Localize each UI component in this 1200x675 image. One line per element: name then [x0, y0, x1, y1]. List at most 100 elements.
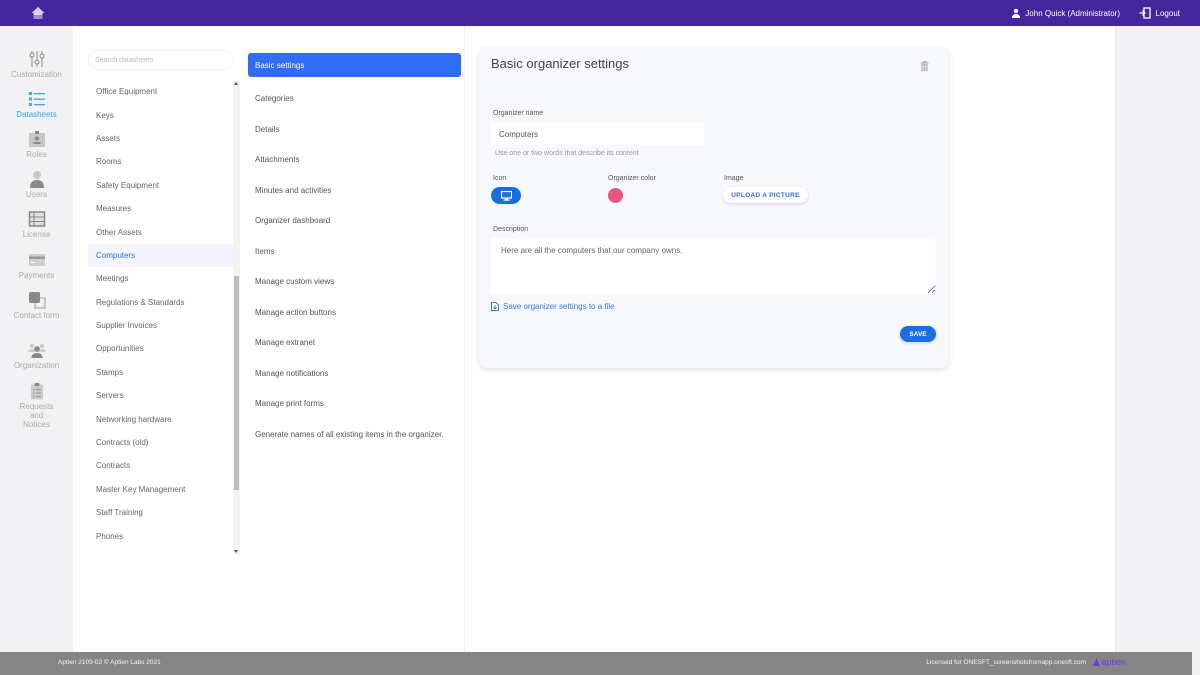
user-icon	[1012, 8, 1021, 18]
scrollbar-thumb[interactable]	[234, 276, 239, 490]
datasheet-item[interactable]: Stamps	[88, 361, 233, 384]
nav-label: Payments	[18, 271, 55, 280]
datasheet-item[interactable]: Printers	[88, 548, 233, 555]
logout-button[interactable]: Logout	[1139, 0, 1180, 26]
current-user[interactable]: John Quick (Administrator)	[1011, 0, 1120, 26]
search-placeholder: Search datasheets	[95, 56, 154, 64]
nav-contact-form[interactable]: Contact form	[0, 291, 73, 320]
license-icon	[28, 211, 45, 227]
description-label: Description	[493, 226, 529, 233]
settings-menu-item[interactable]: Manage extranet	[248, 328, 461, 359]
settings-menu-item[interactable]: Basic settings	[248, 53, 461, 77]
datasheet-item[interactable]: Contracts (old)	[88, 431, 233, 454]
description-textarea[interactable]: Here are all the computers that our comp…	[491, 238, 936, 294]
aptien-logo-icon	[1093, 658, 1101, 666]
image-label: Image	[724, 175, 744, 182]
scroll-up-icon[interactable]	[234, 82, 238, 85]
aptien-logo[interactable]: aptien	[1093, 657, 1126, 667]
contact-form-icon	[28, 292, 46, 309]
sliders-icon	[28, 51, 45, 67]
datasheet-item[interactable]: Office Equipment	[88, 80, 233, 103]
icon-label: Icon	[493, 175, 507, 182]
settings-menu-item[interactable]: Manage print forms	[248, 389, 461, 420]
nav-license[interactable]: License	[0, 210, 73, 239]
settings-menu-item[interactable]: Manage action buttons	[248, 297, 461, 328]
upload-picture-button[interactable]: UPLOAD A PICTURE	[723, 187, 808, 203]
datasheet-item[interactable]: Regulations & Standards	[88, 291, 233, 314]
datasheet-item[interactable]: Meetings	[88, 267, 233, 290]
nav-roles[interactable]: Roles	[0, 130, 73, 159]
datasheet-item[interactable]: Staff Training	[88, 501, 233, 524]
datasheet-item[interactable]: Other Assets	[88, 220, 233, 243]
organizer-name-input[interactable]	[491, 123, 704, 145]
settings-menu-item[interactable]: Details	[248, 114, 461, 145]
settings-menu-item[interactable]: Manage custom views	[248, 267, 461, 298]
monitor-icon	[500, 190, 512, 201]
nav-label: Datasheets	[16, 110, 57, 119]
brand-label: aptien	[1101, 657, 1126, 667]
nav-label: License	[22, 230, 51, 239]
datasheet-item[interactable]: Servers	[88, 384, 233, 407]
user-icon	[29, 171, 44, 188]
organizer-color-swatch[interactable]	[608, 188, 623, 203]
left-nav: Customization Datasheets Roles Users Lic…	[0, 26, 73, 652]
datasheet-item[interactable]: Rooms	[88, 150, 233, 173]
id-badge-icon	[28, 131, 45, 147]
datasheet-scrollbar[interactable]	[233, 80, 240, 555]
trash-icon[interactable]	[920, 61, 929, 71]
settings-menu-item[interactable]: Generate names of all existing items in …	[248, 419, 461, 450]
datasheet-item[interactable]: Keys	[88, 103, 233, 126]
nav-requests-notices[interactable]: Requests and Notices	[0, 382, 73, 429]
nav-label: Contact form	[13, 311, 60, 320]
basic-settings-card: Basic organizer settings Organizer name …	[479, 47, 949, 368]
nav-label: Requests and Notices	[19, 402, 54, 429]
nav-label: Customization	[11, 70, 62, 79]
datasheet-item[interactable]: Safety Equipment	[88, 174, 233, 197]
settings-menu-item[interactable]: Categories	[248, 84, 461, 115]
credit-card-icon	[28, 254, 45, 266]
nav-customization[interactable]: Customization	[0, 50, 73, 79]
datasheet-item[interactable]: Assets	[88, 127, 233, 150]
home-icon[interactable]	[30, 5, 46, 21]
datasheet-item[interactable]: Contracts	[88, 454, 233, 477]
datasheet-item[interactable]: Computers	[88, 243, 233, 268]
settings-menu-item[interactable]: Manage notifications	[248, 358, 461, 389]
logout-icon	[1139, 7, 1151, 19]
datasheet-item[interactable]: Master Key Management	[88, 478, 233, 501]
nav-payments[interactable]: Payments	[0, 251, 73, 280]
nav-label: Users	[26, 190, 47, 199]
clipboard-icon	[30, 383, 43, 400]
organizer-name-label: Organizer name	[493, 110, 544, 117]
icon-picker-button[interactable]	[491, 187, 521, 204]
settings-menu-item[interactable]: Organizer dashboard	[248, 206, 461, 237]
nav-organization[interactable]: Organization	[0, 341, 73, 370]
top-bar: John Quick (Administrator) Logout	[0, 0, 1200, 26]
save-settings-to-file-link[interactable]: Save organizer settings to a file	[491, 302, 615, 311]
footer: Aptien 2109-02 © Aptien Labs 2021 Licens…	[0, 652, 1192, 675]
save-button[interactable]: SAVE	[900, 326, 936, 342]
nav-datasheets[interactable]: Datasheets	[0, 90, 73, 119]
right-gutter	[1115, 26, 1200, 652]
organizer-color-label: Organizer color	[608, 175, 656, 182]
organization-icon	[27, 343, 46, 358]
settings-menu-item[interactable]: Attachments	[248, 145, 461, 176]
copyright-text: Aptien 2109-02 © Aptien Labs 2021	[58, 659, 161, 666]
nav-label: Roles	[26, 150, 47, 159]
card-title: Basic organizer settings	[491, 56, 630, 71]
datasheet-item[interactable]: Measures	[88, 197, 233, 220]
file-download-icon	[491, 302, 499, 311]
license-text: Licensed for ONESFT_screenshotsfromapp.o…	[926, 659, 1086, 666]
nav-users[interactable]: Users	[0, 170, 73, 199]
settings-menu-item[interactable]: Items	[248, 236, 461, 267]
list-icon	[28, 92, 45, 106]
datasheet-search-input[interactable]: Search datasheets	[88, 50, 234, 70]
organizer-name-hint: Use one or two words that describe its c…	[495, 150, 639, 157]
datasheet-item[interactable]: Supplier Invoices	[88, 314, 233, 337]
datasheet-item[interactable]: Phones	[88, 524, 233, 547]
scroll-down-icon[interactable]	[234, 550, 238, 553]
settings-menu-item[interactable]: Minutes and activities	[248, 175, 461, 206]
user-label: John Quick (Administrator)	[1025, 8, 1120, 18]
datasheet-item[interactable]: Networking hardware	[88, 407, 233, 430]
datasheet-item[interactable]: Opportunities	[88, 337, 233, 360]
footer-edge	[1192, 652, 1200, 675]
